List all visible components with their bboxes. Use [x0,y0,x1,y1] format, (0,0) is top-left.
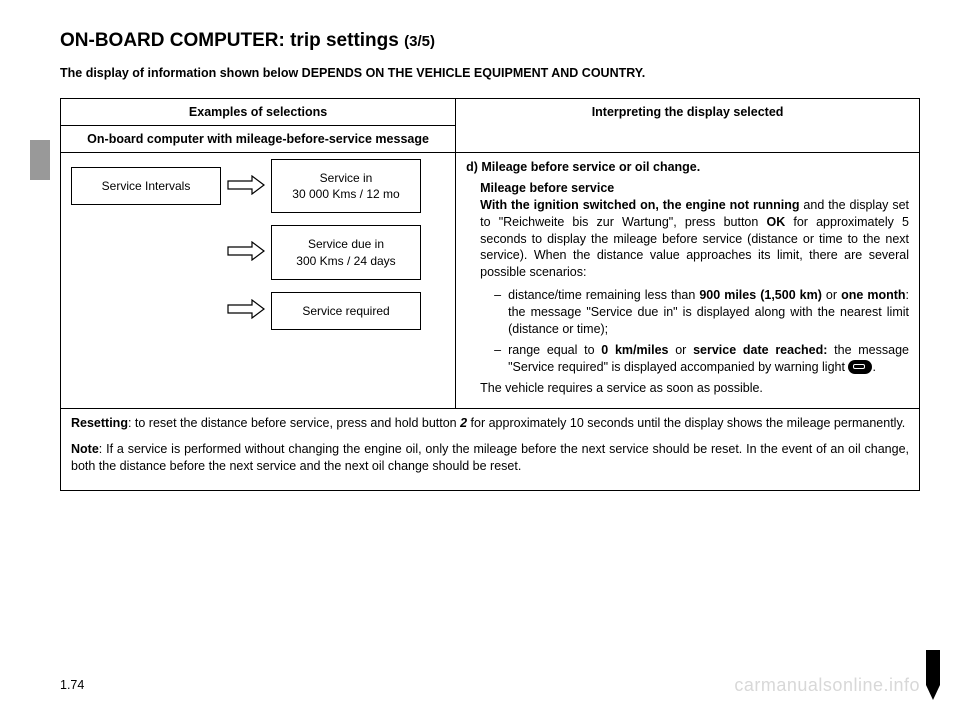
box-service-in: Service in 30 000 Kms / 12 mo [271,159,421,213]
reset-text2: for approximately 10 seconds until the d… [467,416,905,430]
description-cell: d) Mileage before service or oil change.… [456,153,920,409]
title-main: ON-BOARD COMPUTER: trip settings [60,30,404,51]
desc-list: distance/time remaining less than 900 mi… [480,287,909,375]
box-service-due-line2: 300 Kms / 24 days [280,253,412,269]
box-service-required: Service required [271,292,421,330]
header-subtitle: On-board computer with mileage-before-se… [61,126,456,153]
box-service-due-line1: Service due in [280,236,412,252]
li1c: or [822,288,841,302]
diagram-cell: Service Intervals Service in 30 000 Kms … [61,153,456,409]
desc-p1-bold: With the ignition switched on, the engin… [480,198,799,212]
section-tab [30,140,50,180]
li2d: service date reached: [693,343,827,357]
arrow-icon [221,175,271,198]
desc-heading: d) Mileage before service or oil change. [466,159,909,176]
li1d: one month [841,288,905,302]
page-thumb-tab [926,650,940,700]
box-service-in-line1: Service in [280,170,412,186]
title-sub: (3/5) [404,33,435,50]
note-text: : If a service is performed without chan… [71,442,909,474]
li2f: . [872,360,875,374]
intro-text: The display of information shown below D… [60,66,920,80]
reset-label: Resetting [71,416,128,430]
desc-p1c: OK [766,215,785,229]
page-number: 1.74 [60,678,84,692]
reset-text: : to reset the distance before service, … [128,416,460,430]
settings-table: Examples of selections Interpreting the … [60,98,920,491]
header-interpreting: Interpreting the display selected [456,99,920,153]
desc-paragraph-1: Mileage before service With the ignition… [480,180,909,281]
desc-list-item-1: distance/time remaining less than 900 mi… [494,287,909,338]
li1a: distance/time remaining less than [508,288,699,302]
watermark: carmanualsonline.info [734,675,920,696]
reset-paragraph: Resetting: to reset the distance before … [71,415,909,433]
box-service-intervals: Service Intervals [71,167,221,205]
box-service-due: Service due in 300 Kms / 24 days [271,225,421,279]
li1b: 900 miles (1,500 km) [699,288,822,302]
li2c: or [668,343,693,357]
box-service-in-line2: 30 000 Kms / 12 mo [280,186,412,202]
wrench-icon [848,360,872,374]
arrow-icon [221,241,271,264]
desc-sub1: Mileage before service [480,181,614,195]
footer-cell: Resetting: to reset the distance before … [61,409,920,491]
arrow-icon [221,299,271,322]
desc-list-item-2: range equal to 0 km/miles or service dat… [494,342,909,376]
page-title: ON-BOARD COMPUTER: trip settings (3/5) [60,30,920,52]
desc-p2: The vehicle requires a service as soon a… [480,380,909,397]
li2b: 0 km/miles [601,343,668,357]
header-examples: Examples of selections [61,99,456,126]
li2a: range equal to [508,343,601,357]
note-paragraph: Note: If a service is performed without … [71,441,909,476]
note-label: Note [71,442,99,456]
